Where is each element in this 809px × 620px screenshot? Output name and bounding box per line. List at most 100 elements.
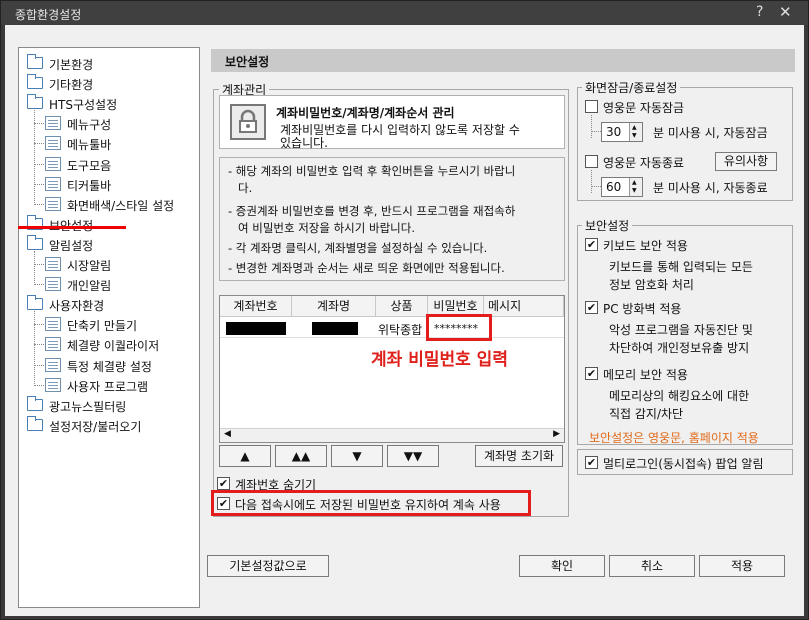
document-icon — [45, 116, 61, 131]
tree-item-label: 단축키 만들기 — [67, 319, 138, 334]
tree-item[interactable]: 메뉴구성 — [19, 114, 199, 133]
note-line: - 증권계좌 비밀번호를 변경 후, 반드시 프로그램을 재접속하 — [228, 204, 516, 218]
tree-item[interactable]: 체결량 이퀄라이저 — [19, 335, 199, 354]
document-icon — [45, 357, 61, 372]
account-number-redacted — [226, 322, 286, 335]
tree-item[interactable]: 광고뉴스필터링 — [19, 395, 199, 415]
tree-item[interactable]: 알림설정 — [19, 234, 199, 254]
connector-line — [591, 186, 601, 187]
tree-item[interactable]: 단축키 만들기 — [19, 315, 199, 334]
tree-item[interactable]: 도구모음 — [19, 155, 199, 174]
tree-item[interactable]: 사용자 프로그램 — [19, 376, 199, 395]
tree-item-label: 사용자 프로그램 — [67, 379, 149, 394]
defaults-button[interactable]: 기본설정값으로 — [207, 555, 329, 577]
autoexit-minutes-spinner[interactable]: 60 ▲ ▼ — [601, 177, 643, 197]
tree-connector — [34, 203, 44, 205]
column-header[interactable]: 상품 — [376, 296, 428, 317]
note-line: - 변경한 계좌명과 순서는 새로 띄운 화면에만 적용됩니다. — [228, 261, 505, 275]
tree-connector — [34, 311, 35, 386]
table-hscrollbar[interactable]: ◀ ▶ — [220, 428, 564, 442]
folder-icon — [27, 74, 43, 90]
screenlock-group-label: 화면잠금/종료설정 — [582, 79, 681, 96]
move-bottom-button[interactable]: ▼▼ — [387, 445, 439, 467]
spinner-arrows[interactable]: ▲ ▼ — [629, 178, 642, 196]
security-group-label: 보안설정 — [582, 217, 633, 234]
tree-item[interactable]: 특정 체결량 설정 — [19, 356, 199, 375]
account-name-redacted[interactable] — [312, 322, 358, 335]
document-icon — [45, 317, 61, 332]
note-line: 다. — [238, 181, 253, 195]
account-info-title: 계좌비밀번호/계좌명/계좌순서 관리 — [276, 106, 455, 120]
column-header[interactable]: 계좌번호 — [220, 296, 292, 317]
memory-security-desc-1: 메모리상의 해킹요소에 대한 — [609, 389, 750, 403]
settings-tree: 기본환경기타환경 HTS구성설정메뉴구성메뉴툴바도구모음티커툴바화면배색/스타일 … — [18, 47, 200, 608]
scroll-left-icon[interactable]: ◀ — [224, 429, 231, 439]
move-top-button[interactable]: ▲▲ — [275, 445, 327, 467]
move-up-button[interactable]: ▲ — [219, 445, 271, 467]
tree-item[interactable]: 화면배색/스타일 설정 — [19, 195, 199, 214]
column-header[interactable]: 계좌명 — [292, 296, 376, 317]
firewall-label: PC 방화벽 적용 — [603, 302, 682, 316]
tree-item[interactable]: 티커툴바 — [19, 175, 199, 194]
cancel-button[interactable]: 취소 — [609, 555, 695, 577]
tree-item[interactable]: 개인알림 — [19, 275, 199, 294]
tree-item[interactable]: 시장알림 — [19, 255, 199, 274]
spinner-arrows[interactable]: ▲ ▼ — [629, 123, 642, 141]
apply-button[interactable]: 적용 — [699, 555, 785, 577]
tree-connector — [34, 123, 44, 125]
firewall-checkbox[interactable]: ✔ — [585, 301, 598, 314]
document-icon — [45, 377, 61, 392]
tree-item[interactable]: HTS구성설정 — [19, 94, 199, 113]
ok-button[interactable]: 확인 — [519, 555, 605, 577]
tree-item-label: 체결량 이퀄라이저 — [67, 339, 160, 354]
autoexit-checkbox[interactable] — [585, 155, 598, 168]
password-highlight — [426, 314, 492, 341]
tree-item-label: 도구모음 — [67, 158, 112, 173]
tree-item[interactable]: 기본환경 — [19, 54, 199, 73]
notice-button[interactable]: 유의사항 — [715, 152, 777, 171]
tree-item-label: 광고뉴스필터링 — [49, 399, 127, 414]
tree-item-label: 설정저장/불러오기 — [49, 419, 142, 434]
tree-connector — [34, 264, 44, 265]
tree-item-label: 기타환경 — [49, 78, 94, 93]
tree-item-label: 메뉴툴바 — [67, 138, 112, 153]
tree-item-label: 화면배색/스타일 설정 — [67, 198, 175, 213]
tree-item[interactable]: 기타환경 — [19, 74, 199, 93]
document-icon — [45, 337, 61, 352]
keep-password-checkbox[interactable]: ✔ — [217, 497, 230, 510]
scroll-right-icon[interactable]: ▶ — [553, 429, 560, 439]
tree-connector — [34, 183, 44, 185]
memory-security-checkbox[interactable]: ✔ — [585, 367, 598, 380]
table-row[interactable]: 위탁종합 ******** — [220, 318, 564, 338]
reset-account-name-button[interactable]: 계좌명 초기화 — [475, 445, 563, 467]
tree-item-label: HTS구성설정 — [49, 98, 118, 113]
tree-item[interactable]: 사용자환경 — [19, 295, 199, 314]
help-icon[interactable]: ? — [756, 4, 763, 20]
tree-item[interactable]: 메뉴툴바 — [19, 134, 199, 153]
tree-item[interactable]: 설정저장/불러오기 — [19, 415, 199, 435]
multilogin-checkbox[interactable]: ✔ — [585, 456, 598, 469]
autolock-checkbox[interactable] — [585, 100, 598, 113]
settings-window: 종합환경설정 ? ✕ 기본환경 기타환경 HTS구성설정 메뉴구성 메뉴툴바 도구모음 티커… — [0, 0, 809, 620]
keep-password-label: 다음 접속시에도 저장된 비밀번호 유지하여 계속 사용 — [235, 498, 501, 512]
close-icon[interactable]: ✕ — [779, 3, 792, 21]
tree-item-label: 사용자환경 — [49, 299, 105, 314]
tree-connector — [34, 384, 44, 386]
document-icon — [45, 176, 61, 191]
section-title: 보안설정 — [225, 55, 270, 69]
tree-connector — [34, 324, 44, 326]
account-notes: - 해당 계좌의 비밀번호 입력 후 확인버튼을 누르시기 바랍니 다. - 증… — [219, 157, 565, 281]
security-note: 보안설정은 영웅문, 홈페이지 적용 — [589, 431, 759, 445]
column-header[interactable]: 메시지 — [484, 296, 564, 317]
move-down-button[interactable]: ▼ — [331, 445, 383, 467]
keyboard-security-checkbox[interactable]: ✔ — [585, 238, 598, 251]
autolock-minutes-spinner[interactable]: 30 ▲ ▼ — [601, 122, 643, 142]
folder-icon — [27, 54, 43, 69]
tree-item[interactable]: 보안설정 — [19, 214, 199, 234]
connector-line — [591, 131, 601, 132]
tree-item-label: 메뉴구성 — [67, 118, 112, 133]
keyboard-security-desc-2: 정보 암호화 처리 — [609, 278, 694, 292]
keyboard-security-label: 키보드 보안 적용 — [603, 239, 688, 253]
document-icon — [45, 136, 61, 151]
hide-account-checkbox[interactable]: ✔ — [217, 477, 230, 490]
